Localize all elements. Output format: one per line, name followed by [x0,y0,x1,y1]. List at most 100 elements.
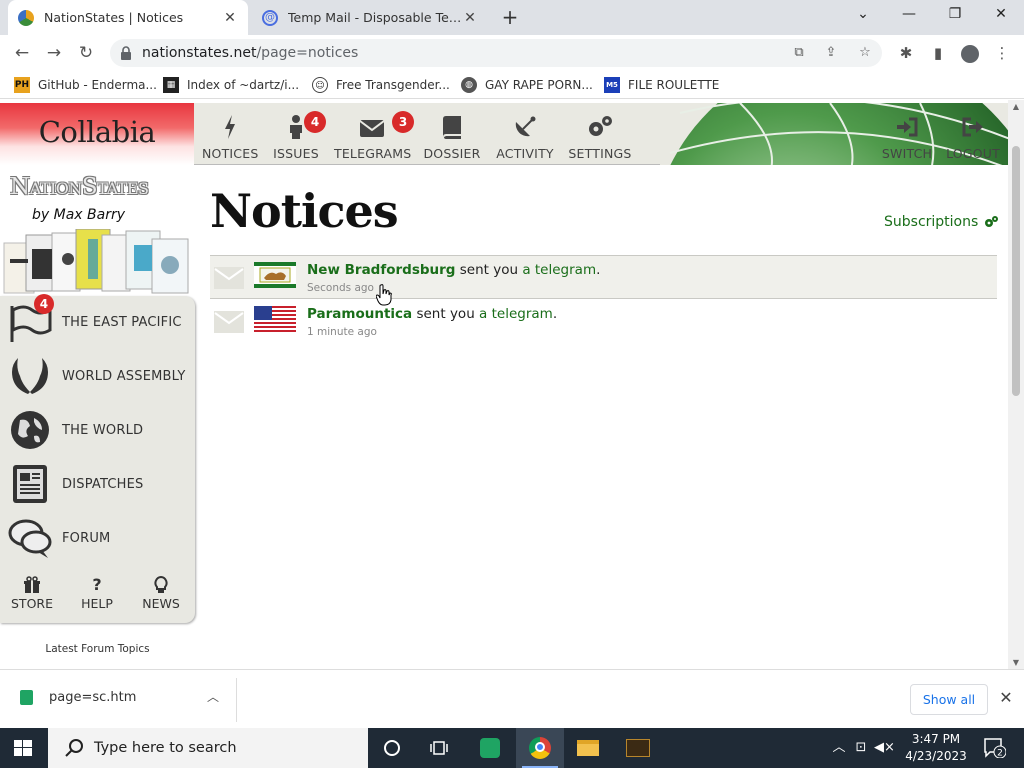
speech-bubbles-icon [8,519,52,558]
bookmark-globe[interactable]: ◍ GAY RAPE PORN... [461,76,593,94]
notification-center-icon[interactable]: 2 [984,738,1006,758]
notice-text: Paramountica sent you a telegram. [307,306,557,322]
sheets-app-icon[interactable] [466,728,514,768]
bookmark-label: Index of ~dartz/i... [187,78,300,92]
app-thumbnail-icon[interactable] [614,728,662,768]
bookmark-label: GAY RAPE PORN... [485,78,593,92]
download-item[interactable]: page=sc.htm [20,690,136,705]
page-title: Notices [210,184,399,238]
chrome-taskbar-icon[interactable] [516,728,564,768]
bookmarks-bar: PH GitHub - Enderma... ▦ Index of ~dartz… [0,71,1024,99]
notice-row[interactable]: New Bradfordsburg sent you a telegram. S… [210,255,997,299]
scroll-up-arrow-icon[interactable]: ▲ [1008,102,1024,111]
network-icon[interactable]: ⊡ [852,740,870,756]
bookmark-label: FILE ROULETTE [628,78,720,92]
nav-help[interactable]: ? HELP [74,575,120,612]
tab-nationstates[interactable]: NationStates | Notices ✕ [8,0,248,35]
taskbar-search[interactable]: Type here to search [48,728,368,768]
profile-avatar-icon[interactable] [958,41,982,65]
scroll-down-arrow-icon[interactable]: ▼ [1008,658,1024,667]
nav-logout[interactable]: LOGOUT [946,114,1000,161]
nav-store[interactable]: STORE [8,576,56,611]
url-host: nationstates.net [142,45,257,61]
nation-flag-paramountica[interactable] [254,306,296,332]
show-all-button[interactable]: Show all [910,684,988,715]
subscriptions-label: Subscriptions [884,214,979,230]
close-tab-icon[interactable]: ✕ [222,10,238,26]
bookmark-free-transgender[interactable]: ☺ Free Transgender... [312,76,450,94]
bookmark-github[interactable]: PH GitHub - Enderma... [14,76,157,94]
bookmark-file-roulette[interactable]: M5 FILE ROULETTE [604,76,719,94]
browser-toolbar: ← → ↻ nationstates.net/page=notices ⧉ ⇪ … [0,35,1024,71]
nav-label: SETTINGS [568,146,632,161]
tab-search-chevron-icon[interactable]: ⌄ [840,0,886,30]
file-explorer-icon[interactable] [564,728,612,768]
address-bar[interactable]: nationstates.net/page=notices ⧉ ⇪ ☆ [110,39,882,67]
ph-icon: PH [14,77,30,93]
satellite-icon [515,116,536,137]
open-in-app-icon[interactable]: ⧉ [790,44,808,62]
nav-settings[interactable]: SETTINGS [568,114,632,161]
side-panel-icon[interactable]: ▮ [926,41,950,65]
windows-start-icon[interactable] [14,740,32,756]
page-scrollbar[interactable]: ▲ ▼ [1008,100,1024,669]
sidebar-item-forum[interactable]: FORUM [8,516,193,560]
tab-temp-mail[interactable]: @ Temp Mail - Disposable Temporary Email… [252,0,488,35]
clock-date: 4/23/2023 [905,749,967,763]
sidebar-item-the-east-pacific[interactable]: THE EAST PACIFIC 4 [8,294,193,344]
nation-flag-new-bradfordsburg[interactable] [254,262,296,288]
nation-link[interactable]: Paramountica [307,306,412,322]
nav-switch[interactable]: SWITCH [880,114,934,161]
back-button[interactable]: ← [10,41,34,65]
nav-label: LOGOUT [946,146,1000,161]
page-viewport: Collabia NOTICES ISSUES 4 TELEGRAMS 3 DO… [0,100,1024,669]
reload-button[interactable]: ↻ [74,41,98,65]
hand-cursor-icon [376,284,392,306]
volume-muted-icon[interactable]: ◀× [874,740,895,756]
telegram-link[interactable]: a telegram [522,262,596,278]
nav-telegrams[interactable]: TELEGRAMS 3 [334,111,414,161]
telegram-link[interactable]: a telegram [479,306,553,322]
task-view-icon[interactable] [416,728,464,768]
globe-icon [11,411,49,449]
nav-issues[interactable]: ISSUES 4 [270,111,326,161]
notice-row[interactable]: Paramountica sent you a telegram. 1 minu… [210,300,997,344]
cortana-icon[interactable] [368,728,416,768]
region-banner[interactable]: Collabia [0,103,194,165]
minimize-button[interactable]: — [886,0,932,30]
chevron-up-icon[interactable]: ︿ [204,688,222,705]
new-tab-button[interactable]: + [498,5,522,29]
share-icon[interactable]: ⇪ [822,44,840,62]
subscriptions-link[interactable]: Subscriptions [884,214,999,230]
chevron-up-icon[interactable]: ︿ [830,740,848,756]
nav-dossier[interactable]: DOSSIER [422,114,482,161]
sidebar-item-world-assembly[interactable]: WORLD ASSEMBLY [8,354,193,398]
nav-news[interactable]: NEWS [138,575,184,611]
menu-kebab-icon[interactable]: ⋮ [990,41,1014,65]
close-tab-icon[interactable]: ✕ [462,10,478,26]
byline: by Max Barry [32,207,125,223]
nav-label: NOTICES [202,146,259,161]
nation-link[interactable]: New Bradfordsburg [307,262,455,278]
latest-forum-topics-heading[interactable]: Latest Forum Topics [0,643,195,655]
close-window-button[interactable]: ✕ [978,0,1024,30]
forward-button[interactable]: → [42,41,66,65]
sidebar-item-dispatches[interactable]: DISPATCHES [8,462,193,506]
restore-button[interactable]: ❐ [932,0,978,30]
close-downloads-icon[interactable]: ✕ [996,688,1016,707]
question-icon: ? [92,575,102,594]
nav-notices[interactable]: NOTICES [202,114,258,161]
nav-label: NEWS [142,596,180,611]
sidebar-item-the-world[interactable]: THE WORLD [8,408,193,452]
nav-label: HELP [81,596,113,611]
sidebar-item-label: WORLD ASSEMBLY [62,368,186,384]
nav-activity[interactable]: ACTIVITY [494,114,556,161]
envelope-icon [359,120,385,137]
extensions-icon[interactable]: ✱ [894,41,918,65]
bookmark-star-icon[interactable]: ☆ [856,44,874,62]
scrollbar-thumb[interactable] [1012,146,1020,396]
books-banner-image[interactable] [2,229,192,295]
nationstates-logo[interactable]: NationStates [10,174,149,200]
taskbar-clock[interactable]: 3:47 PM 4/23/2023 [896,731,976,765]
bookmark-index-of[interactable]: ▦ Index of ~dartz/i... [163,76,299,94]
